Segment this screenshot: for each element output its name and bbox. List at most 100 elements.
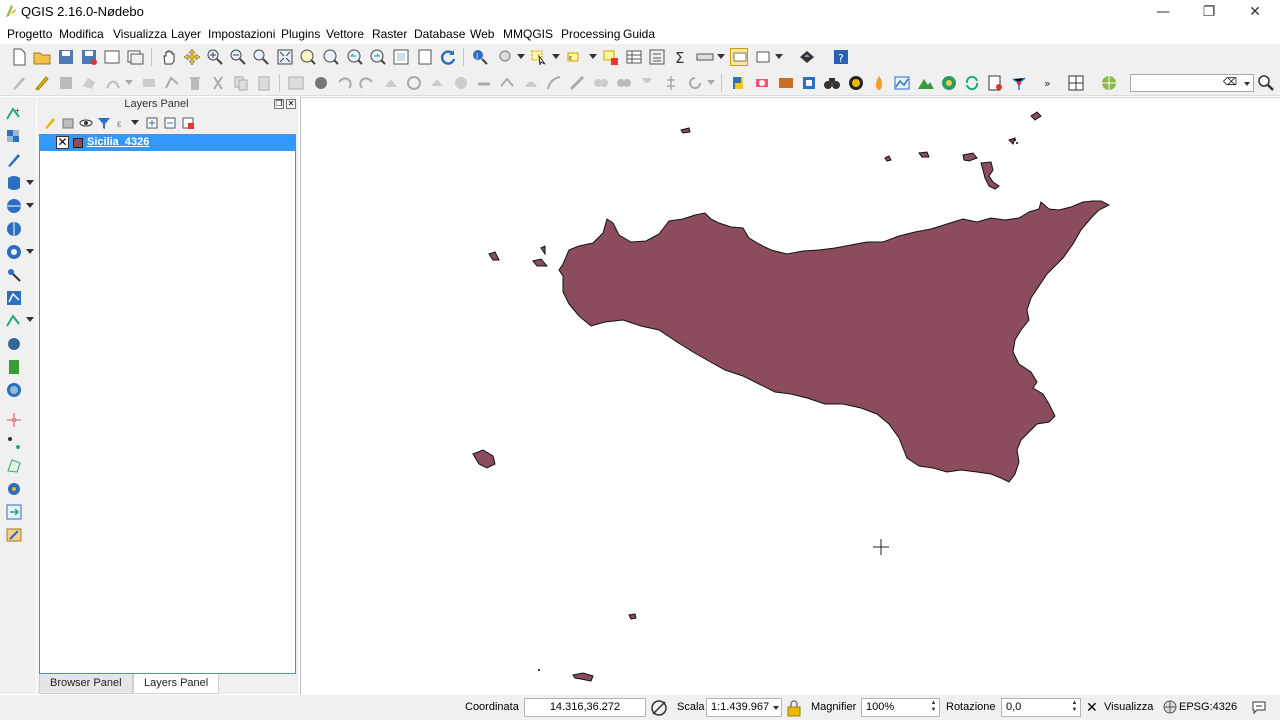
zoom-in-icon[interactable] <box>206 48 224 66</box>
menu-web[interactable]: Web <box>470 27 494 41</box>
menu-visualizza[interactable]: Visualizza <box>113 27 167 41</box>
new-spatialite-layer-icon[interactable] <box>5 358 23 376</box>
new-bookmark-icon[interactable] <box>416 48 434 66</box>
binoculars-icon[interactable] <box>823 74 841 92</box>
pan-hand-icon[interactable] <box>160 48 178 66</box>
rotation-spinbox[interactable]: 0,0 ▲ ▼ <box>1001 698 1081 717</box>
pan-to-selection-icon[interactable] <box>183 48 201 66</box>
move-feature-icon[interactable] <box>140 74 158 92</box>
menu-plugins[interactable]: Plugins <box>281 27 320 41</box>
delete-ring-icon[interactable] <box>475 74 493 92</box>
add-delimited-text-layer-icon[interactable] <box>5 151 23 169</box>
report-plugin-icon[interactable] <box>986 74 1004 92</box>
globe-plugin-icon[interactable] <box>847 74 865 92</box>
online-services-icon[interactable] <box>1100 74 1118 92</box>
save-project-icon[interactable] <box>57 48 75 66</box>
add-mssql-layer-icon[interactable] <box>5 381 23 399</box>
rotate-point-symbols-icon[interactable] <box>662 74 680 92</box>
restore-button[interactable]: ❐ <box>1186 0 1232 24</box>
zoom-out-icon[interactable] <box>229 48 247 66</box>
profile-tool-icon[interactable] <box>893 74 911 92</box>
attribute-table-icon[interactable] <box>625 48 643 66</box>
add-part-icon[interactable] <box>428 74 446 92</box>
menu-impostazioni[interactable]: Impostazioni <box>208 27 275 41</box>
split-features-icon[interactable] <box>568 74 586 92</box>
map-canvas[interactable] <box>300 97 1280 694</box>
zoom-full-icon[interactable] <box>276 48 294 66</box>
add-oracle-layer-icon[interactable] <box>5 289 23 307</box>
close-button[interactable]: ✕ <box>1232 0 1278 24</box>
simplify-feature-icon[interactable] <box>382 74 400 92</box>
expand-all-icon[interactable] <box>145 116 159 130</box>
add-point-layer-icon[interactable] <box>5 434 23 452</box>
layer-visibility-checkbox[interactable]: ✕ <box>56 136 69 149</box>
zoom-next-icon[interactable] <box>369 48 387 66</box>
undo-icon[interactable] <box>335 74 353 92</box>
zoom-last-icon[interactable] <box>346 48 364 66</box>
current-edits-icon[interactable] <box>10 74 28 92</box>
minimize-button[interactable]: — <box>1140 0 1186 24</box>
filter-by-expression-icon[interactable]: ε <box>115 116 129 130</box>
reshape-features-icon[interactable] <box>522 74 540 92</box>
digitize-tool-icon[interactable] <box>312 74 330 92</box>
measure-line-icon[interactable] <box>696 48 714 66</box>
paste-features-icon[interactable] <box>255 74 273 92</box>
fill-ring-icon[interactable] <box>452 74 470 92</box>
menu-layer[interactable]: Layer <box>171 27 201 41</box>
digitize-polygon-icon[interactable] <box>5 457 23 475</box>
save-edits-icon[interactable] <box>57 74 75 92</box>
tab-layers-panel[interactable]: Layers Panel <box>133 674 220 694</box>
scale-combobox[interactable]: 1:1.439.967 <box>706 698 782 717</box>
zoom-1-1-icon[interactable] <box>252 48 270 66</box>
add-postgis-layer-icon[interactable] <box>5 335 23 353</box>
sync-plugin-icon[interactable] <box>963 74 981 92</box>
map-tips-icon[interactable] <box>497 48 515 66</box>
close-panel-icon[interactable]: ✕ <box>286 99 296 109</box>
composer-manager-icon[interactable] <box>126 48 144 66</box>
menu-raster[interactable]: Raster <box>372 27 407 41</box>
toggle-extents-icon[interactable] <box>650 699 668 717</box>
crs-globe-icon[interactable] <box>1163 700 1177 714</box>
refresh-icon[interactable] <box>439 48 457 66</box>
open-styling-icon[interactable] <box>43 116 57 130</box>
identify-features-icon[interactable]: i <box>471 48 489 66</box>
export-layer-icon[interactable] <box>5 503 23 521</box>
zoom-to-selection-icon[interactable] <box>299 48 317 66</box>
plugin-tool-icon[interactable] <box>798 48 816 66</box>
tab-browser-panel[interactable]: Browser Panel <box>39 674 133 694</box>
toolbar-overflow-icon[interactable]: » <box>1040 74 1058 92</box>
rotation-spin-arrows[interactable]: ▲ ▼ <box>1070 700 1079 715</box>
float-panel-icon[interactable]: ❐ <box>274 99 284 109</box>
menu-processing[interactable]: Processing <box>561 27 620 41</box>
delete-selected-icon[interactable] <box>186 74 204 92</box>
add-group-icon[interactable] <box>61 116 75 130</box>
zoom-to-layer-icon[interactable] <box>322 48 340 66</box>
crs-label[interactable]: EPSG:4326 <box>1179 701 1237 713</box>
clear-search-icon[interactable]: ⌫ <box>1223 77 1237 88</box>
delete-part-icon[interactable] <box>498 74 516 92</box>
menu-database[interactable]: Database <box>414 27 465 41</box>
grid-layout-icon[interactable] <box>1067 74 1085 92</box>
flame-plugin-icon[interactable] <box>870 74 888 92</box>
menu-progetto[interactable]: Progetto <box>7 27 52 41</box>
menu-vettore[interactable]: Vettore <box>326 27 364 41</box>
add-circular-string-icon[interactable] <box>104 74 122 92</box>
open-project-icon[interactable] <box>33 48 51 66</box>
edit-layer-icon[interactable] <box>5 526 23 544</box>
search-icon[interactable] <box>1257 74 1275 92</box>
copy-features-icon[interactable] <box>232 74 250 92</box>
statistics-sigma-icon[interactable]: Σ <box>672 48 690 66</box>
annotation-text-icon[interactable] <box>730 48 748 66</box>
add-wcs-layer-icon[interactable] <box>5 220 23 238</box>
add-vector-layer-icon[interactable]: + <box>5 105 23 123</box>
new-map-view-icon[interactable] <box>392 48 410 66</box>
new-shapefile-layer-icon[interactable] <box>5 312 23 330</box>
search-input[interactable]: ⌫ <box>1130 74 1254 92</box>
new-project-icon[interactable] <box>10 48 28 66</box>
search-dropdown-icon[interactable] <box>1244 82 1250 86</box>
help-icon[interactable]: ? <box>832 48 850 66</box>
new-print-composer-icon[interactable] <box>103 48 121 66</box>
magnifier-spinbox[interactable]: 100% ▲ ▼ <box>861 698 940 717</box>
merge-attributes-icon[interactable] <box>638 74 656 92</box>
geoprocessing-icon[interactable] <box>753 74 771 92</box>
